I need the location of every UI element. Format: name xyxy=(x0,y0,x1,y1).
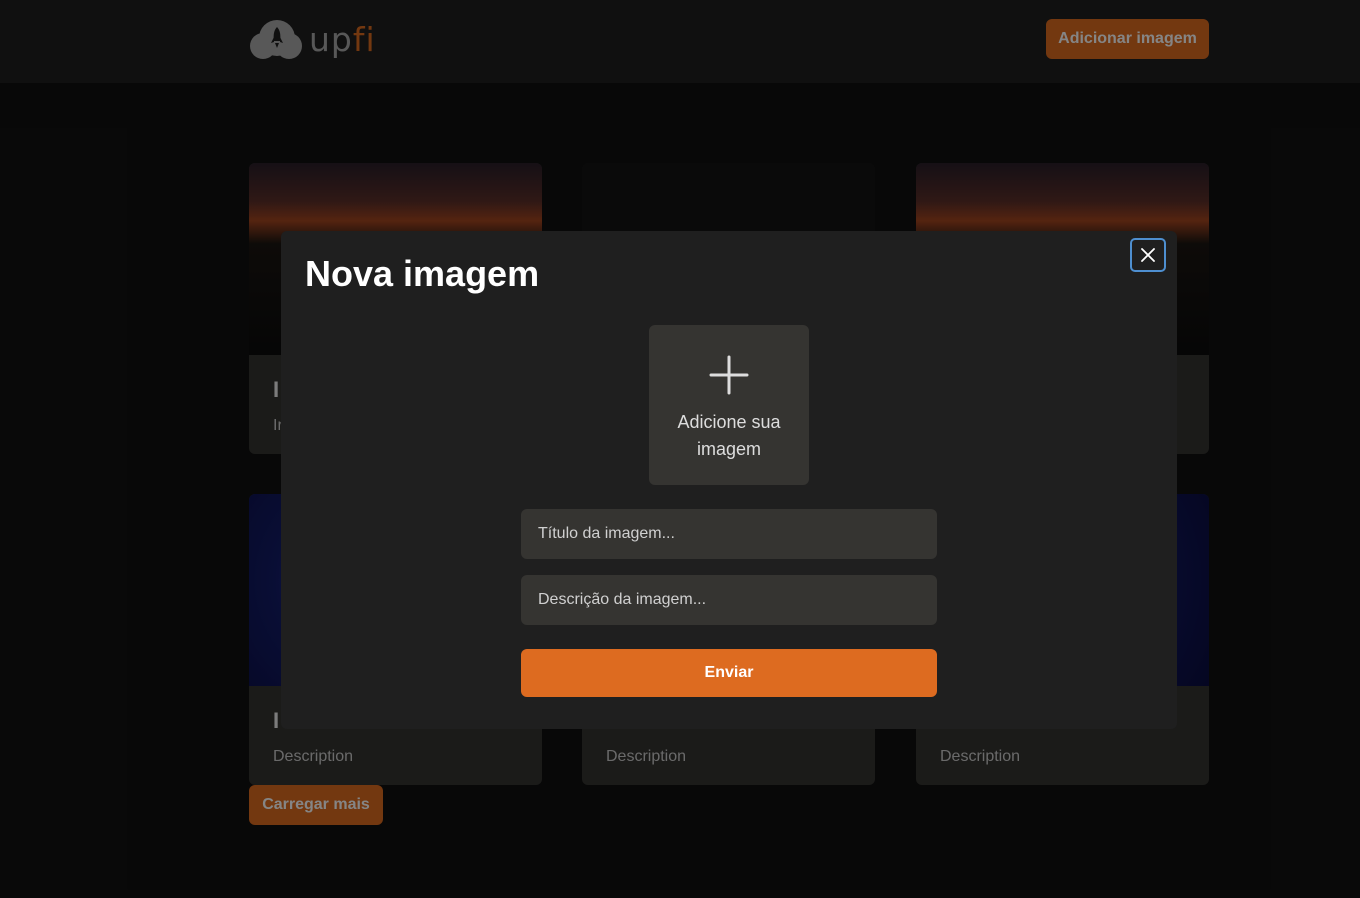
image-dropzone[interactable]: Adicione sua imagem xyxy=(649,325,809,485)
modal-title: Nova imagem xyxy=(305,253,540,294)
image-title-input[interactable] xyxy=(521,509,937,559)
modal-close-button[interactable] xyxy=(1130,238,1166,272)
plus-icon xyxy=(709,355,749,395)
submit-button[interactable]: Enviar xyxy=(521,649,937,697)
dropzone-label: Adicione sua imagem xyxy=(677,412,781,459)
close-icon xyxy=(1141,248,1155,262)
new-image-modal: Nova imagem Adicione sua imagem Enviar xyxy=(281,231,1177,729)
image-description-input[interactable] xyxy=(521,575,937,625)
